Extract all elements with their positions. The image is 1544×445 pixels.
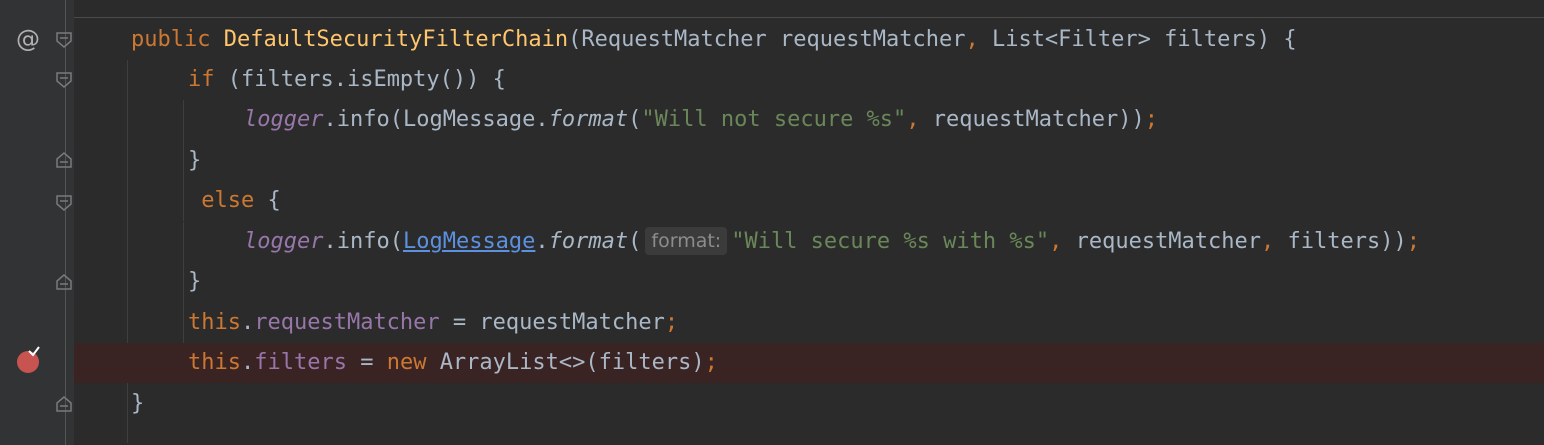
code-token: filters))	[1287, 229, 1407, 254]
code-token: .	[240, 310, 255, 335]
code-token: }	[188, 148, 202, 173]
code-line[interactable]: this.requestMatcher = requestMatcher;	[74, 303, 1544, 343]
code-token: .info(	[323, 229, 403, 254]
code-token: ;	[1406, 229, 1420, 254]
code-token: format	[548, 107, 629, 132]
code-token: logger	[244, 107, 324, 132]
code-token: logger	[244, 229, 324, 254]
fold-open-icon[interactable]	[56, 72, 72, 88]
code-token: DefaultSecurityFilterChain	[223, 27, 569, 52]
code-line[interactable]: logger.info(LogMessage.format("Will not …	[74, 100, 1544, 140]
fold-open-icon[interactable]	[56, 32, 72, 48]
code-token: (filters.isEmpty()) {	[227, 67, 506, 92]
code-token: ,	[1261, 229, 1288, 254]
fold-open-icon[interactable]	[56, 195, 72, 211]
code-token: }	[188, 269, 202, 294]
editor-gutter	[0, 0, 74, 445]
code-token: .info(LogMessage.	[323, 107, 549, 132]
code-token: ,	[1049, 229, 1076, 254]
code-token: {	[267, 188, 281, 213]
code-line[interactable]: this.filters = new ArrayList<>(filters);	[74, 343, 1544, 383]
code-token: = requestMatcher	[439, 310, 665, 335]
code-line[interactable]: }	[74, 262, 1544, 302]
code-token: ,	[906, 107, 933, 132]
code-line[interactable]: }	[74, 384, 1544, 424]
fold-close-icon[interactable]	[56, 152, 72, 168]
code-token: =	[346, 350, 387, 375]
code-token: ,	[965, 27, 992, 52]
code-line[interactable]: public DefaultSecurityFilterChain(Reques…	[74, 20, 1544, 60]
fold-close-icon[interactable]	[56, 396, 72, 412]
code-token: requestMatcher	[1075, 229, 1262, 254]
code-token: ArrayList<>(filters)	[439, 350, 705, 375]
code-token: if	[188, 67, 228, 92]
code-token[interactable]: LogMessage	[403, 229, 535, 254]
fold-close-icon[interactable]	[56, 274, 72, 290]
code-token: "Will not secure %s"	[641, 107, 907, 132]
code-token: }	[131, 391, 145, 416]
code-line[interactable]: else {	[74, 181, 1544, 221]
code-token: requestMatcher))	[932, 107, 1145, 132]
code-line[interactable]: }	[74, 141, 1544, 181]
gutter-separator	[65, 0, 66, 445]
code-token: "Will secure %s with %s"	[731, 229, 1050, 254]
code-token: else	[188, 188, 268, 213]
code-line[interactable]: logger.info(LogMessage.format(format: "Wi…	[74, 222, 1544, 262]
code-token: this	[188, 350, 241, 375]
override-annotation-icon[interactable]: @	[16, 25, 40, 53]
code-token: (RequestMatcher requestMatcher	[568, 27, 966, 52]
code-token: ;	[704, 350, 718, 375]
breakpoint-check-icon	[28, 346, 40, 357]
code-token: ;	[1144, 107, 1158, 132]
code-editor[interactable]: public DefaultSecurityFilterChain(Reques…	[74, 0, 1544, 445]
code-token: (	[628, 107, 642, 132]
code-token: requestMatcher	[254, 310, 440, 335]
code-token: filters	[254, 350, 347, 375]
code-token: this	[188, 310, 241, 335]
parameter-hint: format:	[645, 227, 728, 255]
code-token: .	[240, 350, 255, 375]
code-token: .	[535, 229, 549, 254]
code-token: ;	[664, 310, 679, 335]
code-line[interactable]: if (filters.isEmpty()) {	[74, 60, 1544, 100]
code-token: List<Filter> filters) {	[991, 27, 1297, 52]
code-token: new	[386, 350, 440, 375]
code-token: public	[131, 27, 224, 52]
code-token: format	[548, 229, 629, 254]
code-token: (	[628, 229, 642, 254]
